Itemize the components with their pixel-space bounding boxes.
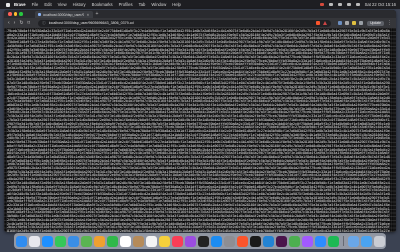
tab-strip: localhost:3000/dsp_user/9605... ✕ + bbox=[4, 10, 396, 18]
browser-window: localhost:3000/dsp_user/9605... ✕ + ‹ › … bbox=[4, 10, 396, 232]
menu-bookmarks[interactable]: Bookmarks bbox=[92, 0, 113, 9]
messages-icon[interactable] bbox=[54, 235, 66, 247]
bookmark-icon[interactable]: ⌑ bbox=[28, 20, 31, 26]
launchpad-icon[interactable] bbox=[28, 235, 40, 247]
tab-title: localhost:3000/dsp_user/9605... bbox=[42, 12, 85, 17]
menu-profiles[interactable]: Profiles bbox=[119, 0, 133, 9]
dock bbox=[14, 233, 386, 249]
menu-help[interactable]: Help bbox=[172, 0, 181, 9]
zoom-window-button[interactable] bbox=[19, 12, 23, 16]
forward-icon[interactable]: › bbox=[14, 20, 16, 26]
record-icon[interactable] bbox=[319, 3, 324, 6]
reload-icon[interactable]: ↻ bbox=[19, 20, 23, 26]
url-text[interactable]: localhost:3000/dsp_user/9605696643_3806_… bbox=[49, 21, 313, 25]
brave-rewards-icon[interactable] bbox=[323, 21, 328, 25]
window-controls bbox=[8, 12, 25, 16]
notes-icon[interactable] bbox=[158, 235, 170, 247]
contacts-icon[interactable] bbox=[132, 235, 144, 247]
search-icon[interactable] bbox=[346, 3, 351, 6]
dock-separator bbox=[342, 236, 344, 246]
menu-app-name[interactable]: Brave bbox=[14, 0, 26, 9]
favicon-icon bbox=[37, 13, 41, 16]
page-content[interactable]: 79ceb70b0afffb930a8a2c33d1df71b6ce0cd2a1… bbox=[4, 28, 396, 232]
toolbar: ‹ › ↻ ⌑ ⓘ localhost:3000/dsp_user/960569… bbox=[4, 18, 396, 28]
brave-shields-icon[interactable] bbox=[316, 21, 321, 25]
maps-icon[interactable] bbox=[80, 235, 92, 247]
reminders-icon[interactable] bbox=[145, 235, 157, 247]
minimize-window-button[interactable] bbox=[13, 12, 17, 16]
site-info-icon[interactable]: ⓘ bbox=[42, 21, 46, 26]
menu-edit[interactable]: Edit bbox=[44, 0, 51, 9]
extensions-puzzle-icon[interactable] bbox=[359, 21, 364, 25]
apple-icon[interactable] bbox=[6, 2, 10, 7]
trash-icon[interactable] bbox=[373, 235, 385, 247]
update-button[interactable]: Update bbox=[367, 20, 384, 26]
photos-icon[interactable] bbox=[93, 235, 105, 247]
new-tab-button[interactable]: + bbox=[96, 11, 99, 17]
extension-icon[interactable] bbox=[338, 21, 343, 25]
menu-history[interactable]: History bbox=[73, 0, 86, 9]
music-icon[interactable] bbox=[171, 235, 183, 247]
brave-icon[interactable] bbox=[236, 235, 248, 247]
menu-view[interactable]: View bbox=[58, 0, 67, 9]
terminal-icon[interactable] bbox=[249, 235, 261, 247]
menu-window[interactable]: Window bbox=[151, 0, 166, 9]
calendar-icon[interactable] bbox=[119, 235, 131, 247]
mail-icon[interactable] bbox=[67, 235, 79, 247]
figma-icon[interactable] bbox=[301, 235, 313, 247]
podcasts-icon[interactable] bbox=[184, 235, 196, 247]
battery-icon[interactable] bbox=[337, 3, 342, 6]
menu-icon[interactable]: ⋮ bbox=[387, 20, 392, 26]
wallet-icon[interactable] bbox=[352, 21, 357, 25]
vscode-icon[interactable] bbox=[262, 235, 274, 247]
close-window-button[interactable] bbox=[8, 12, 12, 16]
spotify-icon[interactable] bbox=[327, 235, 339, 247]
app-store-icon[interactable] bbox=[210, 235, 222, 247]
control-center-icon[interactable] bbox=[355, 3, 360, 6]
status-area: Sat 22 Oct 15:16 bbox=[315, 0, 400, 9]
chrome-icon[interactable] bbox=[288, 235, 300, 247]
close-tab-icon[interactable]: ✕ bbox=[86, 13, 89, 17]
finder-icon[interactable] bbox=[15, 235, 27, 247]
downloads-icon[interactable] bbox=[360, 235, 372, 247]
menu-file[interactable]: File bbox=[32, 0, 39, 9]
back-icon[interactable]: ‹ bbox=[8, 20, 10, 26]
clock[interactable]: Sat 22 Oct 15:16 bbox=[365, 0, 396, 9]
facetime-icon[interactable] bbox=[106, 235, 118, 247]
wifi-icon[interactable] bbox=[328, 3, 333, 6]
safari-icon[interactable] bbox=[41, 235, 53, 247]
settings-icon[interactable] bbox=[223, 235, 235, 247]
preview-icon[interactable] bbox=[347, 235, 359, 247]
address-bar[interactable]: ⓘ localhost:3000/dsp_user/9605696643_380… bbox=[38, 19, 332, 27]
menu-tab[interactable]: Tab bbox=[139, 0, 146, 9]
extension-icon[interactable] bbox=[345, 21, 350, 25]
zoom-icon[interactable] bbox=[314, 235, 326, 247]
menu-bar: Brave File Edit View History Bookmarks P… bbox=[0, 0, 400, 9]
raw-text-body: 79ceb70b0afffb930a8a2c33d1df71b6ce0cd2a1… bbox=[7, 29, 390, 232]
tab-active[interactable]: localhost:3000/dsp_user/9605... ✕ bbox=[34, 11, 93, 18]
slack-icon[interactable] bbox=[275, 235, 287, 247]
tv-icon[interactable] bbox=[197, 235, 209, 247]
